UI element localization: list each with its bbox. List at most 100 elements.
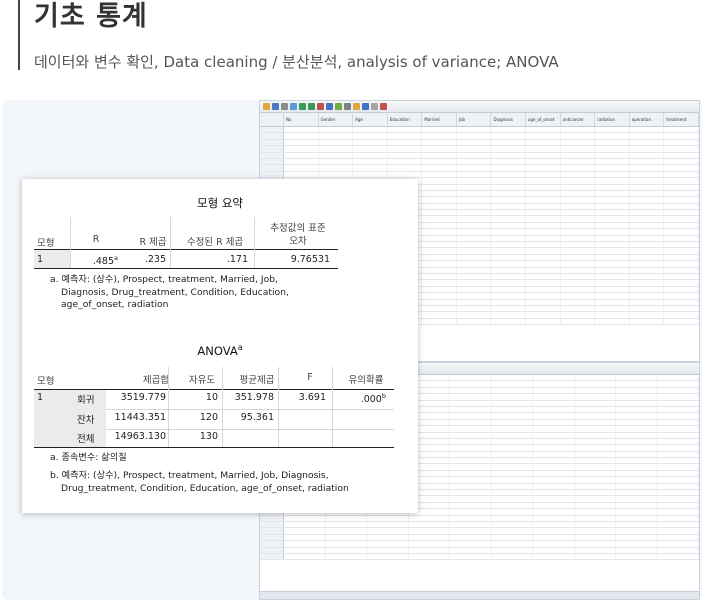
grid-cell[interactable] bbox=[491, 210, 527, 216]
grid-cell[interactable] bbox=[491, 216, 527, 222]
grid-cell[interactable] bbox=[526, 203, 561, 210]
grid-cell[interactable] bbox=[630, 210, 665, 216]
grid-cell[interactable] bbox=[284, 127, 319, 133]
grid-cell[interactable] bbox=[664, 133, 699, 139]
grid-cell[interactable] bbox=[526, 235, 561, 242]
grid-cell[interactable] bbox=[616, 419, 658, 426]
grid-cell[interactable] bbox=[664, 216, 699, 222]
grid-cell[interactable] bbox=[422, 254, 457, 261]
grid-cell[interactable] bbox=[319, 133, 354, 139]
grid-cell[interactable] bbox=[658, 547, 699, 553]
grid-cell[interactable] bbox=[595, 127, 630, 133]
grid-cell[interactable] bbox=[492, 464, 533, 470]
grid-cell[interactable] bbox=[575, 521, 616, 528]
grid-cell[interactable] bbox=[658, 496, 699, 502]
grid-cell[interactable] bbox=[450, 432, 492, 438]
grid-cell[interactable] bbox=[533, 521, 575, 528]
grid-cell[interactable] bbox=[492, 483, 533, 490]
grid-cell[interactable] bbox=[575, 400, 616, 406]
grid-cell[interactable] bbox=[526, 133, 561, 139]
grid-cell[interactable] bbox=[630, 254, 665, 261]
grid-cell[interactable] bbox=[457, 158, 492, 165]
grid-cell[interactable] bbox=[492, 502, 533, 509]
grid-cell[interactable] bbox=[492, 509, 533, 515]
grid-cell[interactable] bbox=[491, 133, 527, 139]
grid-cell[interactable] bbox=[409, 528, 450, 534]
grid-cell[interactable] bbox=[630, 235, 665, 242]
grid-cell[interactable] bbox=[664, 127, 699, 133]
grid-cell[interactable] bbox=[664, 299, 699, 305]
grid-cell[interactable] bbox=[422, 305, 457, 312]
grid-cell[interactable] bbox=[658, 515, 699, 521]
grid-cell[interactable] bbox=[457, 171, 492, 178]
grid-cell[interactable] bbox=[422, 318, 457, 325]
grid-cell[interactable] bbox=[492, 445, 533, 451]
grid-cell[interactable] bbox=[658, 438, 699, 445]
grid-cell[interactable] bbox=[353, 139, 388, 146]
grid-cell[interactable] bbox=[492, 438, 533, 445]
grid-cell[interactable] bbox=[450, 445, 492, 451]
grid-cell[interactable] bbox=[664, 190, 699, 197]
grid-cell[interactable] bbox=[630, 229, 665, 235]
grid-cell[interactable] bbox=[319, 139, 354, 146]
grid-cell[interactable] bbox=[526, 261, 561, 267]
grid-cell[interactable] bbox=[575, 406, 616, 413]
grid-cell[interactable] bbox=[492, 458, 533, 464]
grid-cell[interactable] bbox=[616, 521, 658, 528]
grid-cell[interactable] bbox=[388, 165, 423, 171]
grid-cell[interactable] bbox=[664, 293, 699, 299]
redo-icon[interactable] bbox=[308, 103, 315, 110]
grid-cell[interactable] bbox=[595, 261, 630, 267]
grid-cell[interactable] bbox=[630, 318, 665, 325]
grid-cell[interactable] bbox=[492, 432, 533, 438]
grid-cell[interactable] bbox=[630, 190, 665, 197]
grid-cell[interactable] bbox=[491, 273, 527, 280]
grid-cell[interactable] bbox=[595, 222, 630, 229]
grid-cell[interactable] bbox=[595, 280, 630, 286]
grid-cell[interactable] bbox=[353, 146, 388, 152]
grid-cell[interactable] bbox=[575, 432, 616, 438]
grid-cell[interactable] bbox=[595, 210, 630, 216]
grid-cell[interactable] bbox=[422, 190, 457, 197]
grid-cell[interactable] bbox=[526, 127, 561, 133]
grid-cell[interactable] bbox=[658, 534, 699, 541]
grid-cell[interactable] bbox=[492, 400, 533, 406]
grid-cell[interactable] bbox=[561, 127, 596, 133]
row-number-cell[interactable] bbox=[260, 127, 284, 133]
grid-cell[interactable] bbox=[284, 133, 319, 139]
grid-cell[interactable] bbox=[595, 299, 630, 305]
grid-cell[interactable] bbox=[664, 280, 699, 286]
grid-cell[interactable] bbox=[575, 515, 616, 521]
grid-cell[interactable] bbox=[533, 426, 575, 432]
grid-cell[interactable] bbox=[284, 541, 326, 547]
grid-cell[interactable] bbox=[533, 381, 575, 387]
print-icon[interactable] bbox=[281, 103, 288, 110]
grid-cell[interactable] bbox=[353, 171, 388, 178]
grid-cell[interactable] bbox=[353, 165, 388, 171]
grid-cell[interactable] bbox=[526, 197, 561, 203]
grid-cell[interactable] bbox=[526, 152, 561, 158]
grid-cell[interactable] bbox=[450, 509, 492, 515]
variable-column-header[interactable]: operation bbox=[630, 113, 665, 126]
grid-cell[interactable] bbox=[388, 127, 423, 133]
split-file-icon[interactable] bbox=[371, 103, 378, 110]
grid-cell[interactable] bbox=[630, 184, 665, 190]
grid-cell[interactable] bbox=[616, 381, 658, 387]
row-number-cell[interactable] bbox=[260, 139, 284, 146]
grid-cell[interactable] bbox=[457, 165, 492, 171]
grid-cell[interactable] bbox=[664, 267, 699, 273]
grid-cell[interactable] bbox=[491, 158, 527, 165]
grid-cell[interactable] bbox=[561, 235, 596, 242]
grid-cell[interactable] bbox=[561, 286, 596, 293]
grid-cell[interactable] bbox=[450, 528, 492, 534]
grid-cell[interactable] bbox=[284, 515, 326, 521]
grid-cell[interactable] bbox=[533, 528, 575, 534]
grid-cell[interactable] bbox=[658, 470, 699, 477]
insert-cases-icon[interactable] bbox=[353, 103, 360, 110]
grid-cell[interactable] bbox=[561, 197, 596, 203]
grid-cell[interactable] bbox=[457, 267, 492, 273]
grid-cell[interactable] bbox=[491, 184, 527, 190]
grid-cell[interactable] bbox=[457, 293, 492, 299]
grid-cell[interactable] bbox=[616, 375, 658, 381]
grid-cell[interactable] bbox=[616, 413, 658, 419]
